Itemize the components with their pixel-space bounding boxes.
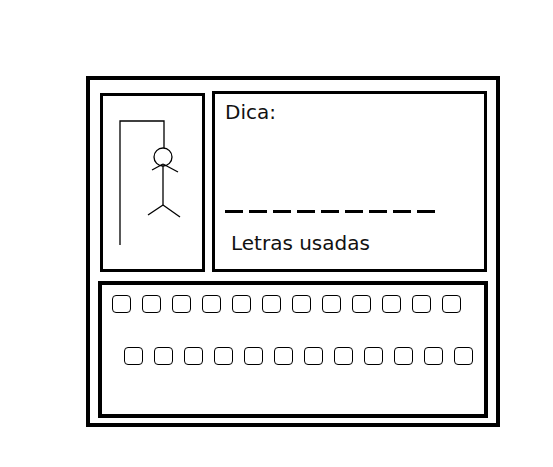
hangman-icon: [103, 96, 202, 269]
word-slots: [225, 193, 474, 213]
letter-key[interactable]: [442, 295, 461, 313]
letter-key[interactable]: [352, 295, 371, 313]
letter-key[interactable]: [394, 347, 413, 365]
keyboard: [98, 281, 488, 418]
letter-key[interactable]: [172, 295, 191, 313]
letter-key[interactable]: [214, 347, 233, 365]
letter-slot: [417, 192, 435, 213]
letter-slot: [273, 192, 291, 213]
hint-panel: Dica: Letras usadas: [212, 91, 487, 272]
game-frame: Dica: Letras usadas: [86, 76, 500, 427]
letter-key[interactable]: [262, 295, 281, 313]
letter-key[interactable]: [274, 347, 293, 365]
letter-key[interactable]: [334, 347, 353, 365]
letter-slot: [297, 192, 315, 213]
letter-key[interactable]: [142, 295, 161, 313]
letter-key[interactable]: [244, 347, 263, 365]
letter-key[interactable]: [424, 347, 443, 365]
letter-key[interactable]: [382, 295, 401, 313]
letter-key[interactable]: [412, 295, 431, 313]
letter-slot: [345, 192, 363, 213]
letter-key[interactable]: [454, 347, 473, 365]
letter-key[interactable]: [364, 347, 383, 365]
used-letters-label: Letras usadas: [225, 231, 474, 255]
letter-key[interactable]: [292, 295, 311, 313]
letter-key[interactable]: [202, 295, 221, 313]
letter-slot: [249, 192, 267, 213]
letter-key[interactable]: [184, 347, 203, 365]
letter-key[interactable]: [154, 347, 173, 365]
letter-slot: [225, 192, 243, 213]
letter-key[interactable]: [304, 347, 323, 365]
letter-key[interactable]: [112, 295, 131, 313]
letter-slot: [321, 192, 339, 213]
hint-label: Dica:: [225, 100, 474, 124]
gallows-panel: [100, 93, 205, 272]
letter-key[interactable]: [124, 347, 143, 365]
letter-slot: [393, 192, 411, 213]
letter-slot: [369, 192, 387, 213]
letter-key[interactable]: [232, 295, 251, 313]
key-row: [102, 347, 484, 365]
key-row: [102, 295, 484, 313]
letter-key[interactable]: [322, 295, 341, 313]
